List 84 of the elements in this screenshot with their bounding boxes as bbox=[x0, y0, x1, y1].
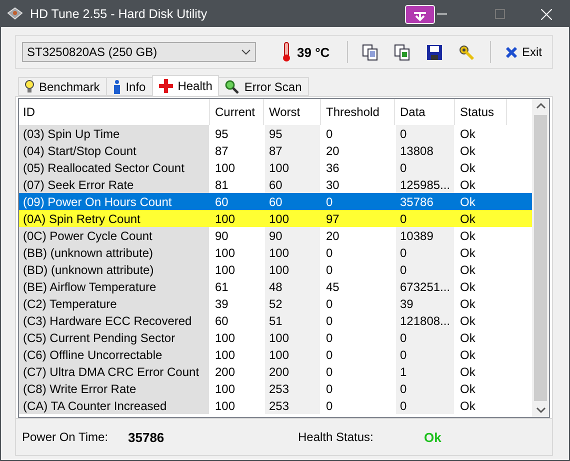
selected-row[interactable]: (09) Power On Hours Count 60 60 0 35786 Ok bbox=[19, 193, 532, 210]
table-row[interactable]: (C6) Offline Uncorrectable 100 100 0 0 Ok bbox=[19, 346, 532, 363]
table-cell: 100 bbox=[265, 261, 320, 278]
table-cell: (05) Reallocated Sector Count bbox=[19, 159, 209, 176]
table-row[interactable]: (04) Start/Stop Count 87 87 20 13808 Ok bbox=[19, 142, 532, 159]
table-row[interactable]: (C5) Current Pending Sector 100 100 0 0 Ok bbox=[19, 329, 532, 346]
table-row[interactable]: (C8) Write Error Rate 100 253 0 0 Ok bbox=[19, 380, 532, 397]
search-icon bbox=[225, 80, 240, 94]
exit-button[interactable]: Exit bbox=[500, 43, 546, 61]
table-cell: 52 bbox=[265, 295, 320, 312]
table-cell: (C5) Current Pending Sector bbox=[19, 329, 209, 346]
table-cell: (C3) Hardware ECC Recovered bbox=[19, 312, 209, 329]
table-cell: 200 bbox=[265, 363, 320, 380]
table-cell: (03) Spin Up Time bbox=[19, 125, 209, 142]
temperature-value: 39 °C bbox=[297, 44, 330, 60]
table-cell: (C7) Ultra DMA CRC Error Count bbox=[19, 363, 209, 380]
table-cell: 125985... bbox=[396, 176, 454, 193]
tab[interactable]: Health bbox=[152, 75, 220, 96]
table-cell: 0 bbox=[396, 397, 454, 414]
tab[interactable]: Benchmark bbox=[18, 77, 107, 96]
table-cell: 10389 bbox=[396, 227, 454, 244]
scrollbar[interactable] bbox=[532, 98, 550, 418]
table-cell: (BB) (unknown attribute) bbox=[19, 244, 209, 261]
tab[interactable]: Info bbox=[106, 77, 153, 96]
table-cell: 51 bbox=[265, 312, 320, 329]
table-cell: 100 bbox=[265, 159, 320, 176]
table-cell: 39 bbox=[396, 295, 454, 312]
table-cell: 253 bbox=[265, 380, 320, 397]
table-row[interactable]: (05) Reallocated Sector Count 100 100 36 0 Ok bbox=[19, 159, 532, 176]
table-cell: (CA) TA Counter Increased bbox=[19, 397, 209, 414]
table-cell: (0C) Power Cycle Count bbox=[19, 227, 209, 244]
table-cell: 95 bbox=[265, 125, 320, 142]
table-cell: 0 bbox=[396, 380, 454, 397]
power-on-value: 35786 bbox=[128, 430, 166, 444]
info-icon bbox=[112, 80, 121, 94]
table-cell: 0 bbox=[396, 244, 454, 261]
download-icon[interactable] bbox=[405, 4, 435, 24]
table-row[interactable]: (C7) Ultra DMA CRC Error Count 200 200 0 1 Ok bbox=[19, 363, 532, 380]
table-cell: (C2) Temperature bbox=[19, 295, 209, 312]
table-cell: 90 bbox=[265, 227, 320, 244]
warning-row[interactable]: (0A) Spin Retry Count 100 100 97 0 Ok bbox=[19, 210, 532, 227]
tab[interactable]: Error Scan bbox=[218, 77, 309, 96]
table-cell: (C8) Write Error Rate bbox=[19, 380, 209, 397]
table-cell: (C6) Offline Uncorrectable bbox=[19, 346, 209, 363]
chevron-down-icon[interactable] bbox=[241, 49, 251, 55]
table-row[interactable]: (BB) (unknown attribute) 100 100 0 0 Ok bbox=[19, 244, 532, 261]
table-cell: (04) Start/Stop Count bbox=[19, 142, 209, 159]
table-cell: 0 bbox=[396, 261, 454, 278]
table-cell: 60 bbox=[265, 176, 320, 193]
table-cell: 48 bbox=[265, 278, 320, 295]
table-cell: 0 bbox=[396, 329, 454, 346]
close-icon[interactable] bbox=[504, 46, 518, 58]
minimize-icon[interactable] bbox=[437, 13, 447, 15]
power-on-label: Power On Time: bbox=[22, 430, 110, 444]
table-row[interactable]: (CA) TA Counter Increased 100 253 0 0 Ok bbox=[19, 397, 532, 414]
lightbulb-icon bbox=[25, 80, 34, 94]
health-cross-icon bbox=[158, 79, 173, 93]
table-cell: (07) Seek Error Rate bbox=[19, 176, 209, 193]
table-cell: 87 bbox=[265, 142, 320, 159]
drive-dropdown[interactable]: ST3250820AS (250 GB) bbox=[22, 42, 256, 62]
table-cell: 1 bbox=[396, 363, 454, 380]
table-cell: 673251... bbox=[396, 278, 454, 295]
table-cell: 121808... bbox=[396, 312, 454, 329]
table-cell: 0 bbox=[396, 346, 454, 363]
table-cell: 100 bbox=[265, 346, 320, 363]
health-status-label: Health Status: bbox=[298, 430, 374, 444]
thermometer-icon bbox=[282, 42, 291, 62]
table-row[interactable]: (C2) Temperature 39 52 0 39 Ok bbox=[19, 295, 532, 312]
table-cell: 13808 bbox=[396, 142, 454, 159]
table-cell: 100 bbox=[265, 329, 320, 346]
table-row[interactable]: (0C) Power Cycle Count 90 90 20 10389 Ok bbox=[19, 227, 532, 244]
table-row[interactable]: (BE) Airflow Temperature 61 48 45 673251... Ok bbox=[19, 278, 532, 295]
table-cell: 0 bbox=[396, 159, 454, 176]
table-row[interactable]: (C3) Hardware ECC Recovered 60 51 0 121808... Ok bbox=[19, 312, 532, 329]
table-row[interactable]: (03) Spin Up Time 95 95 0 0 Ok bbox=[19, 125, 532, 142]
table-row[interactable]: (07) Seek Error Rate 81 60 30 125985... Ok bbox=[19, 176, 532, 193]
table-cell: (BE) Airflow Temperature bbox=[19, 278, 209, 295]
window-title: HD Tune 2.55 - Hard Disk Utility bbox=[30, 7, 208, 21]
table-cell: 253 bbox=[265, 397, 320, 414]
table-cell: 100 bbox=[265, 244, 320, 261]
health-status-value: Ok bbox=[424, 430, 442, 444]
table-row[interactable]: (BD) (unknown attribute) 100 100 0 0 Ok bbox=[19, 261, 532, 278]
table-cell: (BD) (unknown attribute) bbox=[19, 261, 209, 278]
table-cell: 0 bbox=[396, 125, 454, 142]
